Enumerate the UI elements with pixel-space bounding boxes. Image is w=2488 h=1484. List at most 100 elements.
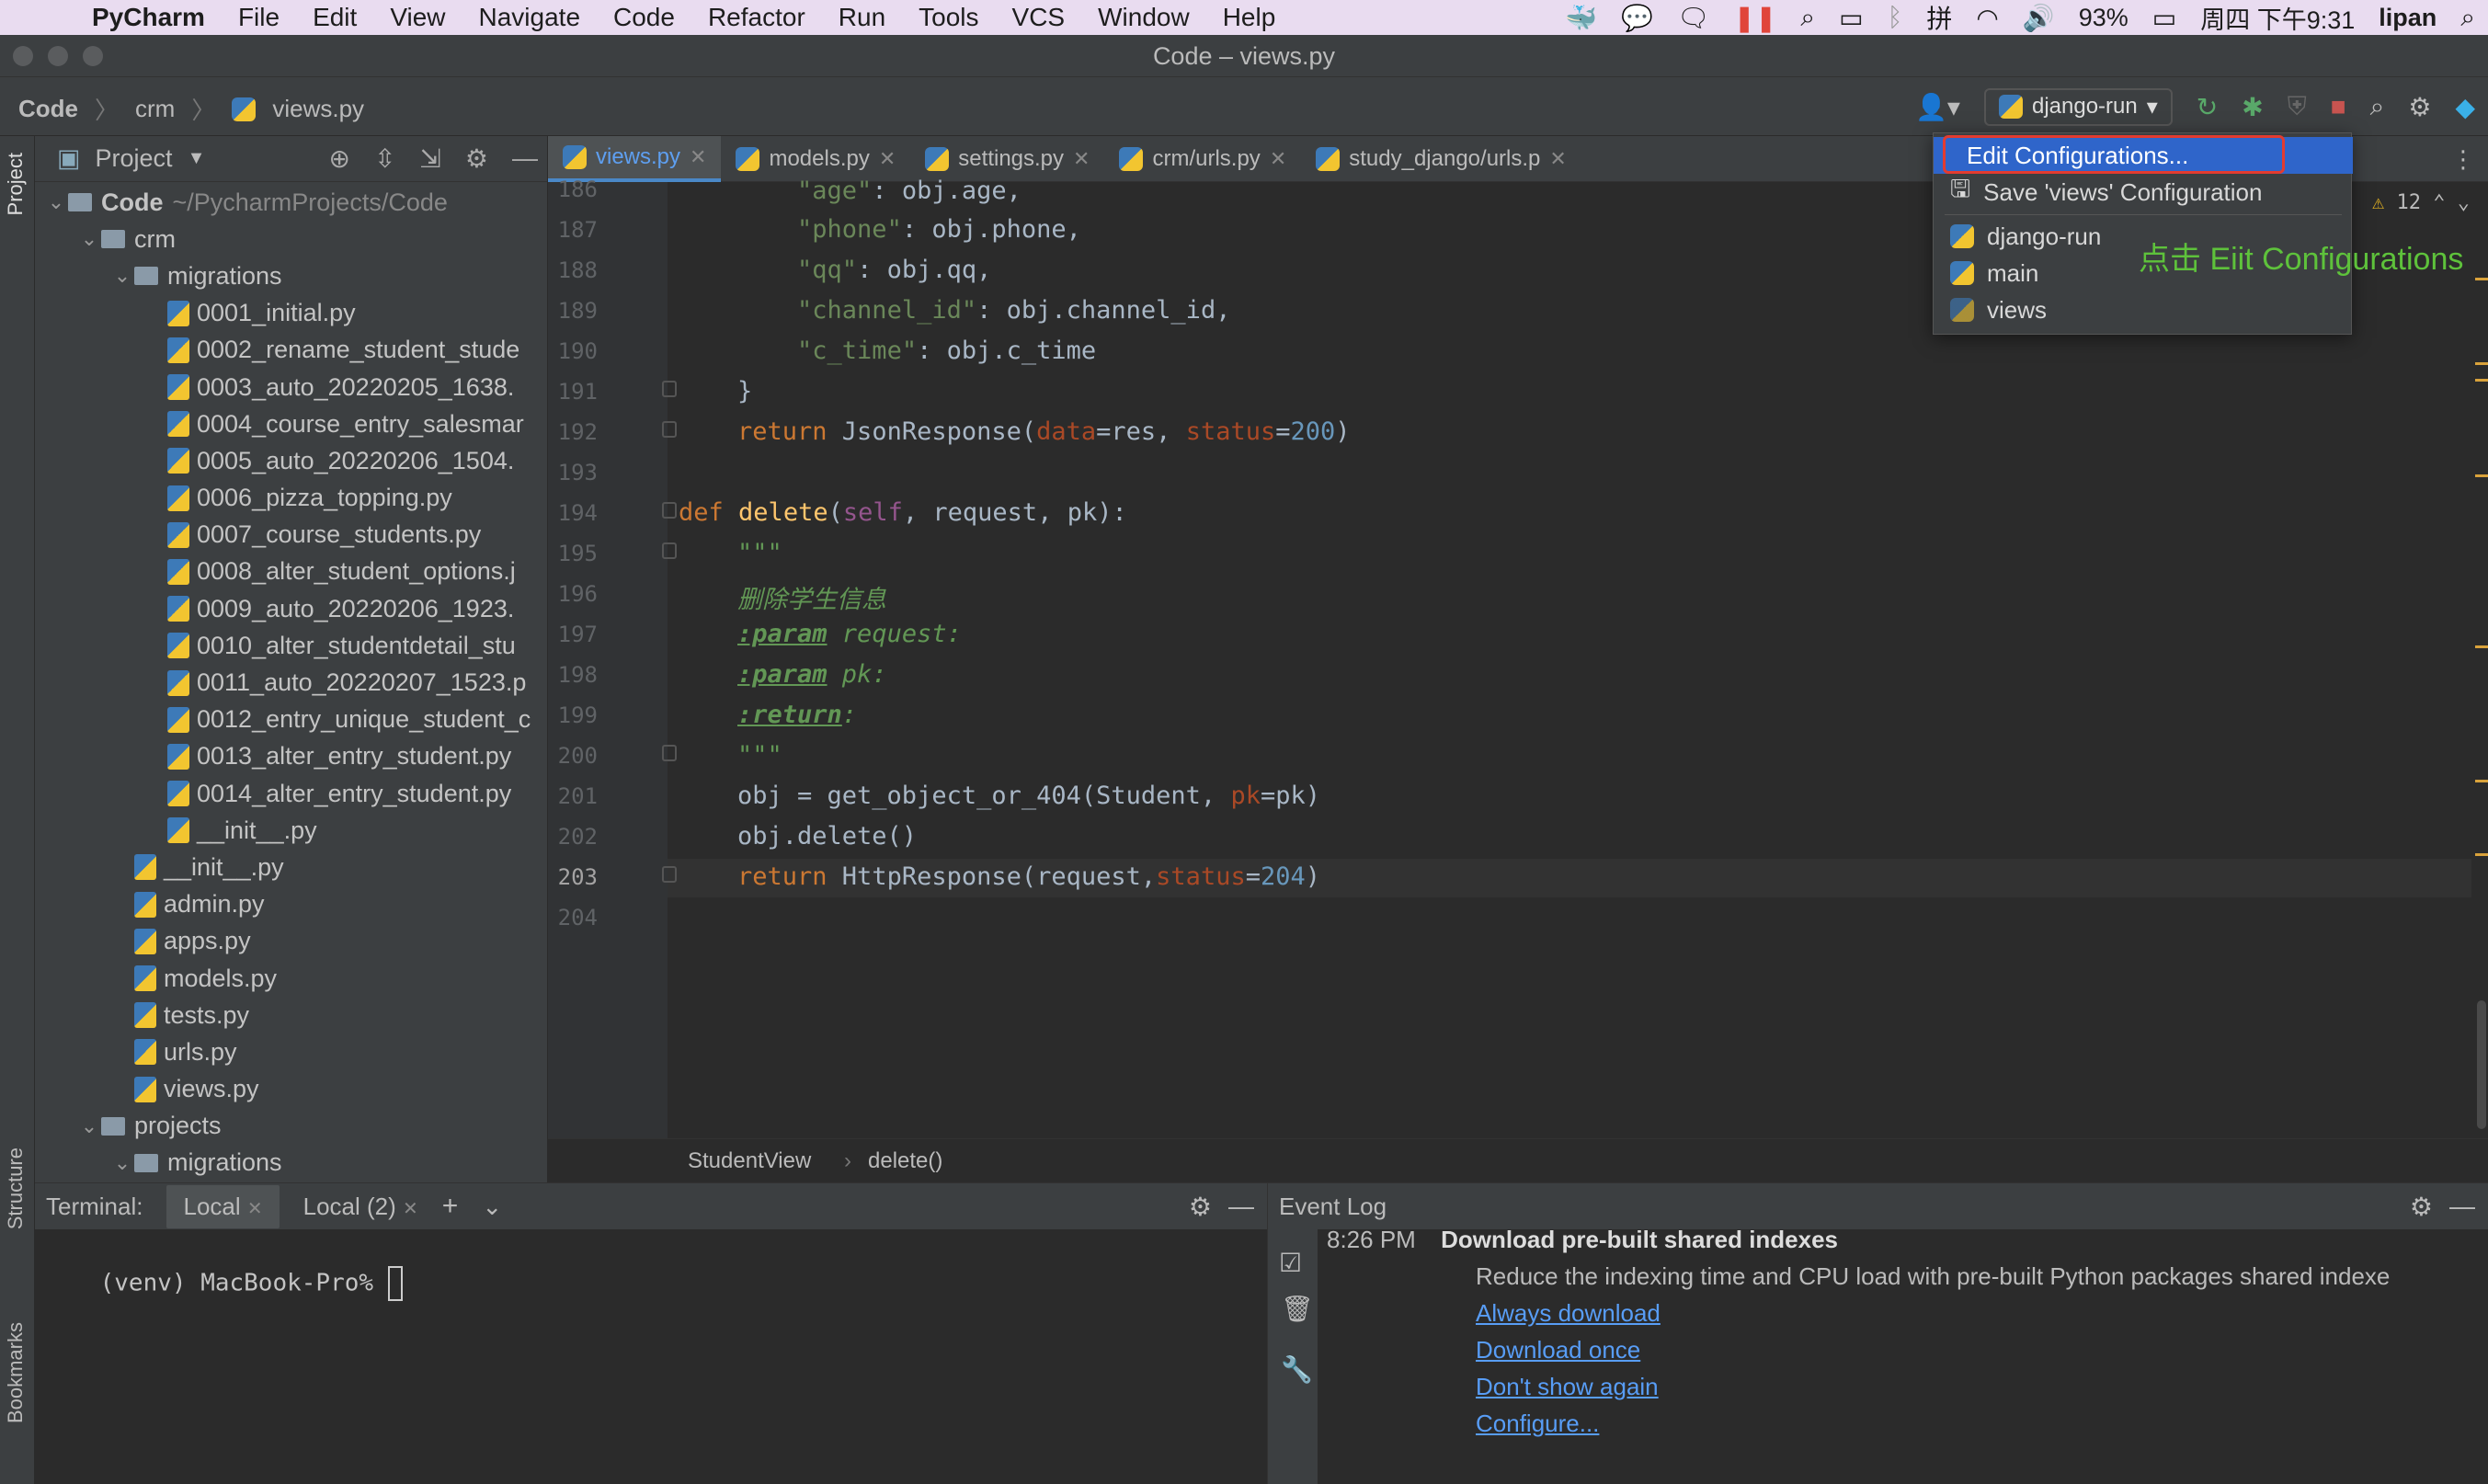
config-item-views[interactable]: views (1934, 291, 2353, 328)
fold-marker[interactable] (662, 745, 677, 761)
tree-file[interactable]: admin.py (35, 886, 548, 923)
search-menubar-icon[interactable]: ⌕ (1800, 3, 1815, 33)
terminal-tab-local[interactable]: Local ✕ (166, 1184, 280, 1228)
close-tab-icon[interactable]: ✕ (690, 145, 706, 169)
tree-folder[interactable]: ⌄ migrations (35, 257, 548, 294)
trash-icon[interactable]: 🗑 (1281, 1294, 1314, 1324)
tree-file[interactable]: 0011_auto_20220207_1523.p (35, 664, 548, 701)
crumb-file[interactable]: views.py (272, 95, 364, 123)
menu-window[interactable]: Window (1081, 3, 1206, 32)
volume-icon[interactable]: 🔊 (2023, 3, 2055, 33)
chevron-down-icon[interactable]: ⌄ (77, 227, 101, 251)
pause-icon[interactable]: ❚❚ (1734, 3, 1777, 33)
clock[interactable]: 周四 下午9:31 (2200, 0, 2355, 36)
stop-icon[interactable]: ■ (2331, 92, 2346, 121)
fold-marker[interactable] (662, 421, 677, 438)
menu-vcs[interactable]: VCS (996, 3, 1082, 32)
link-download-once[interactable]: Download once (1476, 1336, 1640, 1364)
link-configure[interactable]: Configure... (1476, 1410, 1599, 1438)
menu-edit[interactable]: Edit (296, 3, 373, 32)
editor-scrollbar[interactable] (2471, 182, 2488, 1138)
chevron-up-icon[interactable]: ⌃ (2433, 191, 2445, 214)
user-account-icon[interactable]: 👤▾ (1915, 92, 1960, 122)
tree-file[interactable]: 0008_alter_student_options.j (35, 554, 548, 590)
gear-icon[interactable]: ⚙ (465, 143, 488, 174)
battery-icon[interactable]: ▭ (2152, 3, 2176, 33)
close-tab-icon[interactable]: ✕ (879, 147, 896, 171)
inspection-widget[interactable]: ⚠ 12 ⌃ ⌄ (2372, 191, 2470, 214)
menu-help[interactable]: Help (1206, 3, 1293, 32)
tab-study-django-urls[interactable]: study_django/urls.p ✕ (1301, 136, 1581, 182)
menu-view[interactable]: View (373, 3, 462, 32)
chevron-down-icon[interactable]: ▼ (188, 148, 206, 169)
tree-file[interactable]: tests.py (35, 997, 548, 1033)
hide-panel-icon[interactable]: — (512, 143, 538, 174)
wifi-icon[interactable]: ◠ (1976, 3, 1998, 33)
mark-read-icon[interactable]: ☑ (1279, 1248, 1302, 1278)
chevron-down-icon[interactable]: ⌄ (2458, 191, 2470, 214)
tab-settings[interactable]: settings.py ✕ (910, 136, 1104, 182)
tab-views[interactable]: views.py ✕ (548, 136, 722, 182)
wechat-icon[interactable]: 🗨 (1677, 3, 1710, 33)
settings-gear-icon[interactable]: ⚙ (2408, 92, 2431, 122)
locate-icon[interactable]: ⊕ (328, 143, 349, 174)
fold-marker[interactable] (662, 381, 677, 397)
tree-file[interactable]: 0007_course_students.py (35, 517, 548, 554)
bluetooth-icon[interactable]: ᛒ (1888, 3, 1903, 32)
tree-file[interactable]: 0004_course_entry_salesmar (35, 405, 548, 442)
tree-folder[interactable]: ⌄ projects (35, 1108, 548, 1145)
tree-file[interactable]: apps.py (35, 923, 548, 960)
project-panel-title[interactable]: Project (96, 144, 173, 173)
input-method-icon[interactable]: 拼 (1926, 0, 1952, 36)
terminal-tab-local-2[interactable]: Local (2) ✕ (303, 1193, 418, 1221)
chat-icon[interactable]: 💬 (1621, 3, 1653, 33)
menu-file[interactable]: File (222, 3, 296, 32)
tree-folder[interactable]: ⌄ Code ~/PycharmProjects/Code (35, 184, 548, 221)
coverage-icon[interactable]: ⛨ (2288, 92, 2307, 122)
rerun-icon[interactable]: ↻ (2197, 92, 2218, 122)
tree-file[interactable]: 0013_alter_entry_student.py (35, 738, 548, 775)
crumb-folder[interactable]: crm (135, 95, 175, 123)
tree-file[interactable]: __init__.py (35, 812, 548, 849)
hide-panel-icon[interactable]: — (1228, 1192, 1254, 1221)
structure-tool-tab[interactable]: Structure (4, 1147, 28, 1229)
tree-folder[interactable]: ⌄ crm (35, 221, 548, 257)
tree-file[interactable]: 0001_initial.py (35, 295, 548, 332)
expand-all-icon[interactable]: ⇳ (374, 143, 395, 174)
terminal-output[interactable]: (venv) MacBook-Pro% (42, 1239, 403, 1329)
crumb-project[interactable]: Code (18, 95, 78, 123)
run-config-selector[interactable]: django-run ▾ (1983, 87, 2173, 126)
tree-file[interactable]: 0009_auto_20220206_1923. (35, 590, 548, 627)
tree-file[interactable]: 0005_auto_20220206_1504. (35, 442, 548, 479)
close-tab-icon[interactable]: ✕ (1073, 147, 1090, 171)
menu-navigate[interactable]: Navigate (462, 3, 598, 32)
menu-refactor[interactable]: Refactor (691, 3, 822, 32)
tree-file[interactable]: __init__.py (35, 849, 548, 885)
link-always-download[interactable]: Always download (1476, 1299, 1661, 1328)
save-configuration-item[interactable]: 🖫 Save 'views' Configuration (1934, 174, 2353, 211)
crumb-method[interactable]: delete() (868, 1148, 942, 1174)
airplay-icon[interactable]: ▭ (1839, 3, 1863, 33)
menu-code[interactable]: Code (597, 3, 691, 32)
bookmarks-tool-tab[interactable]: Bookmarks (4, 1322, 28, 1423)
close-tab-icon[interactable]: ✕ (247, 1199, 263, 1219)
gear-icon[interactable]: ⚙ (1189, 1192, 1212, 1222)
chevron-down-icon[interactable]: ⌄ (44, 190, 68, 214)
close-tab-icon[interactable]: ✕ (1549, 147, 1566, 171)
chevron-down-icon[interactable]: ⌄ (77, 1114, 101, 1138)
fold-marker[interactable] (662, 866, 677, 883)
tree-file[interactable]: 0012_entry_unique_student_c (35, 702, 548, 738)
search-everywhere-icon[interactable]: ⌕ (2370, 92, 2385, 122)
chevron-down-icon[interactable]: ⌄ (482, 1193, 502, 1221)
close-tab-icon[interactable]: ✕ (403, 1199, 418, 1219)
gear-icon[interactable]: ⚙ (2410, 1192, 2433, 1222)
add-terminal-icon[interactable]: + (442, 1191, 459, 1222)
more-tabs-icon[interactable]: ⋮ (2451, 145, 2475, 174)
menu-app-name[interactable]: PyCharm (92, 3, 222, 32)
tree-file[interactable]: 0002_rename_student_stude (35, 332, 548, 369)
hide-panel-icon[interactable]: — (2449, 1192, 2475, 1221)
project-tool-tab[interactable]: Project (4, 153, 28, 215)
tab-crm-urls[interactable]: crm/urls.py ✕ (1104, 136, 1301, 182)
chevron-down-icon[interactable]: ⌄ (110, 1151, 134, 1175)
tree-file[interactable]: 0006_pizza_topping.py (35, 480, 548, 517)
